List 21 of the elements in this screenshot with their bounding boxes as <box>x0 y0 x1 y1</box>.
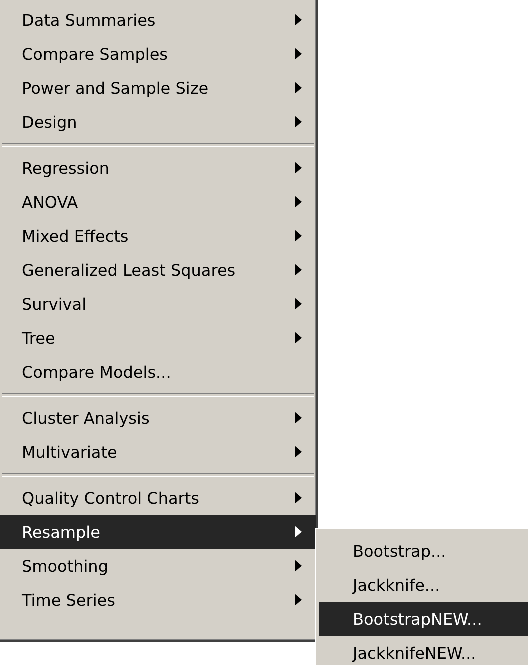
menu-item[interactable]: ANOVA <box>0 185 316 219</box>
menu-item[interactable]: Tree <box>0 321 316 355</box>
menu-item[interactable]: Quality Control Charts <box>0 481 316 515</box>
menu-item[interactable]: Design <box>0 105 316 139</box>
menu-item[interactable]: Smoothing <box>0 549 316 583</box>
menu-item[interactable]: Time Series <box>0 583 316 617</box>
menu-item[interactable]: Survival <box>0 287 316 321</box>
menu-item[interactable]: Compare Samples <box>0 37 316 71</box>
menu-item[interactable]: Resample <box>0 515 316 549</box>
menu-item[interactable]: JackknifeNEW... <box>319 636 528 665</box>
menu-item[interactable]: Power and Sample Size <box>0 71 316 105</box>
menu-item[interactable]: BootstrapNEW... <box>319 602 528 636</box>
menu-item[interactable]: Regression <box>0 151 316 185</box>
menu-item[interactable]: Cluster Analysis <box>0 401 316 435</box>
menu-item[interactable]: Data Summaries <box>0 3 316 37</box>
menu-item[interactable]: Bootstrap... <box>319 534 528 568</box>
menu-item[interactable]: Mixed Effects <box>0 219 316 253</box>
menu-item[interactable]: Generalized Least Squares <box>0 253 316 287</box>
menu-item[interactable]: Jackknife... <box>319 568 528 602</box>
menu-item[interactable]: Compare Models... <box>0 355 316 389</box>
menu-item[interactable]: Multivariate <box>0 435 316 469</box>
